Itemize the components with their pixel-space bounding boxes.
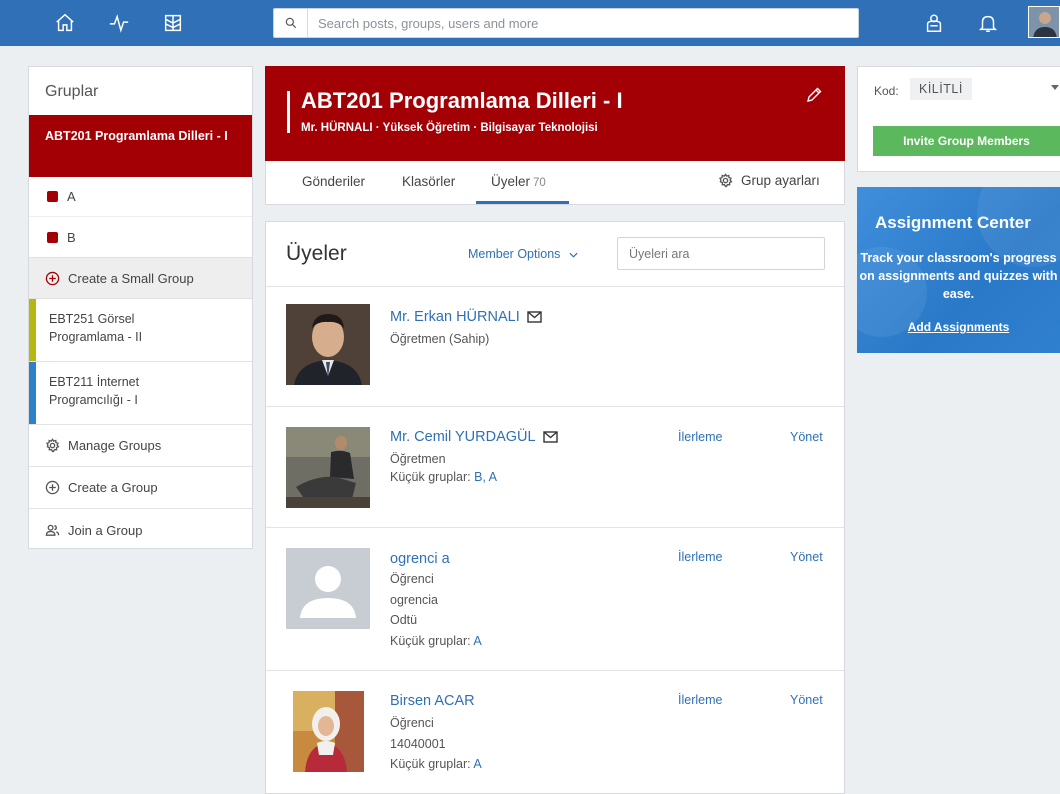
member-search-input[interactable] xyxy=(617,237,825,270)
group-settings-link[interactable]: Grup ayarları xyxy=(718,173,820,188)
envelope-icon[interactable] xyxy=(542,431,558,443)
create-small-group-button[interactable]: Create a Small Group xyxy=(29,257,252,299)
small-group-color-icon xyxy=(47,191,58,202)
members-header: Üyeler Member Options xyxy=(266,222,844,287)
users-icon xyxy=(45,524,60,536)
sidebar-item-active-group[interactable]: ABT201 Programlama Dilleri - I xyxy=(29,115,252,177)
member-role: Öğretmen (Sahip) xyxy=(390,332,490,346)
member-name[interactable]: Birsen ACAR xyxy=(390,693,475,709)
sidebar-item-group[interactable]: EBT251 Görsel Programlama - II xyxy=(29,299,252,362)
plus-circle-icon xyxy=(45,271,60,285)
sidebar-item-group[interactable]: EBT211 İnternet Programcılığı - I xyxy=(29,362,252,425)
bell-icon[interactable] xyxy=(975,10,1001,36)
create-group-link[interactable]: Create a Group xyxy=(29,467,252,509)
pencil-icon[interactable] xyxy=(805,86,823,104)
group-color-bar xyxy=(29,299,36,361)
library-icon[interactable] xyxy=(160,10,186,36)
member-row: ogrenci a Öğrenci ogrencia Odtü Küçük gr… xyxy=(266,528,844,671)
default-avatar-icon[interactable] xyxy=(286,548,370,629)
members-title: Üyeler xyxy=(286,242,347,265)
manage-groups-link[interactable]: Manage Groups xyxy=(29,425,252,467)
group-header: ABT201 Programlama Dilleri - I Mr. HÜRNA… xyxy=(265,66,845,161)
assignment-center-title: Assignment Center xyxy=(875,213,1031,232)
group-title: ABT201 Programlama Dilleri - I xyxy=(301,88,623,113)
group-code-box: Kod: KİLİTLİ xyxy=(857,66,1060,172)
group-tabs: Gönderiler Klasörler Üyeler 70 Grup ayarl… xyxy=(265,161,845,205)
manage-link[interactable]: Yönet xyxy=(790,430,823,444)
member-school: Odtü xyxy=(390,613,418,627)
member-options-dropdown[interactable]: Member Options xyxy=(468,247,578,261)
member-name[interactable]: Mr. Cemil YURDAGÜL xyxy=(390,429,558,445)
home-icon[interactable] xyxy=(52,10,78,36)
members-panel: Üyeler Member Options Mr. Erkan HÜRNALI … xyxy=(265,221,845,794)
member-photo[interactable] xyxy=(293,691,364,772)
code-label: Kod: xyxy=(874,84,899,98)
group-color-bar xyxy=(29,362,36,424)
tab-members[interactable]: Üyeler 70 xyxy=(491,174,546,189)
assignment-center-card: Assignment Center Track your classroom's… xyxy=(857,187,1060,353)
search-input[interactable] xyxy=(308,10,848,36)
activity-icon[interactable] xyxy=(106,10,132,36)
member-username: 14040001 xyxy=(390,737,446,751)
member-row: Mr. Erkan HÜRNALI Öğretmen (Sahip) xyxy=(266,287,844,407)
member-username: ogrencia xyxy=(390,593,438,607)
manage-link[interactable]: Yönet xyxy=(790,550,823,564)
member-photo[interactable] xyxy=(286,427,370,508)
add-assignments-link[interactable]: Add Assignments xyxy=(857,320,1060,334)
member-photo[interactable] xyxy=(286,304,370,385)
member-small-groups: Küçük gruplar: A xyxy=(390,757,482,771)
group-code-value[interactable]: KİLİTLİ xyxy=(910,78,972,100)
manage-link[interactable]: Yönet xyxy=(790,693,823,707)
chevron-down-icon[interactable] xyxy=(1051,85,1059,90)
join-group-link[interactable]: Join a Group xyxy=(29,509,252,551)
member-role: Öğrenci xyxy=(390,716,434,730)
backpack-icon[interactable] xyxy=(921,10,947,36)
chevron-down-icon xyxy=(569,252,578,258)
envelope-icon[interactable] xyxy=(527,311,542,323)
sidebar-title: Gruplar xyxy=(45,83,99,100)
groups-sidebar: Gruplar ABT201 Programlama Dilleri - I A… xyxy=(28,66,253,549)
user-avatar[interactable] xyxy=(1028,6,1060,38)
member-role: Öğrenci xyxy=(390,572,434,586)
progress-link[interactable]: İlerleme xyxy=(678,550,722,564)
member-small-groups: Küçük gruplar: A xyxy=(390,634,482,648)
group-subtitle: Mr. HÜRNALI · Yüksek Öğretim · Bilgisaya… xyxy=(301,122,598,134)
search-icon xyxy=(274,9,308,37)
plus-circle-icon xyxy=(45,480,60,495)
member-name[interactable]: Mr. Erkan HÜRNALI xyxy=(390,309,542,325)
top-navigation-bar xyxy=(0,0,1060,46)
small-group-item[interactable]: A xyxy=(29,177,252,217)
gear-icon xyxy=(46,438,60,453)
member-row: Mr. Cemil YURDAGÜL Öğretmen Küçük grupla… xyxy=(266,407,844,528)
header-accent-line xyxy=(287,91,290,133)
member-small-groups: Küçük gruplar: B, A xyxy=(390,470,498,484)
small-group-color-icon xyxy=(47,231,58,243)
gear-icon xyxy=(719,173,733,188)
member-role: Öğretmen xyxy=(390,452,446,466)
progress-link[interactable]: İlerleme xyxy=(678,430,722,444)
tab-posts[interactable]: Gönderiler xyxy=(302,174,365,189)
progress-link[interactable]: İlerleme xyxy=(678,693,722,707)
members-count: 70 xyxy=(533,177,546,189)
member-row: Birsen ACAR Öğrenci 14040001 Küçük grupl… xyxy=(266,671,844,793)
small-group-item[interactable]: B xyxy=(29,217,252,257)
member-name[interactable]: ogrenci a xyxy=(390,551,450,567)
tab-folders[interactable]: Klasörler xyxy=(402,174,455,189)
search-bar xyxy=(273,8,859,38)
assignment-center-description: Track your classroom's progress on assig… xyxy=(859,251,1058,301)
invite-group-members-button[interactable]: Invite Group Members xyxy=(873,126,1060,156)
active-tab-indicator xyxy=(476,201,569,204)
